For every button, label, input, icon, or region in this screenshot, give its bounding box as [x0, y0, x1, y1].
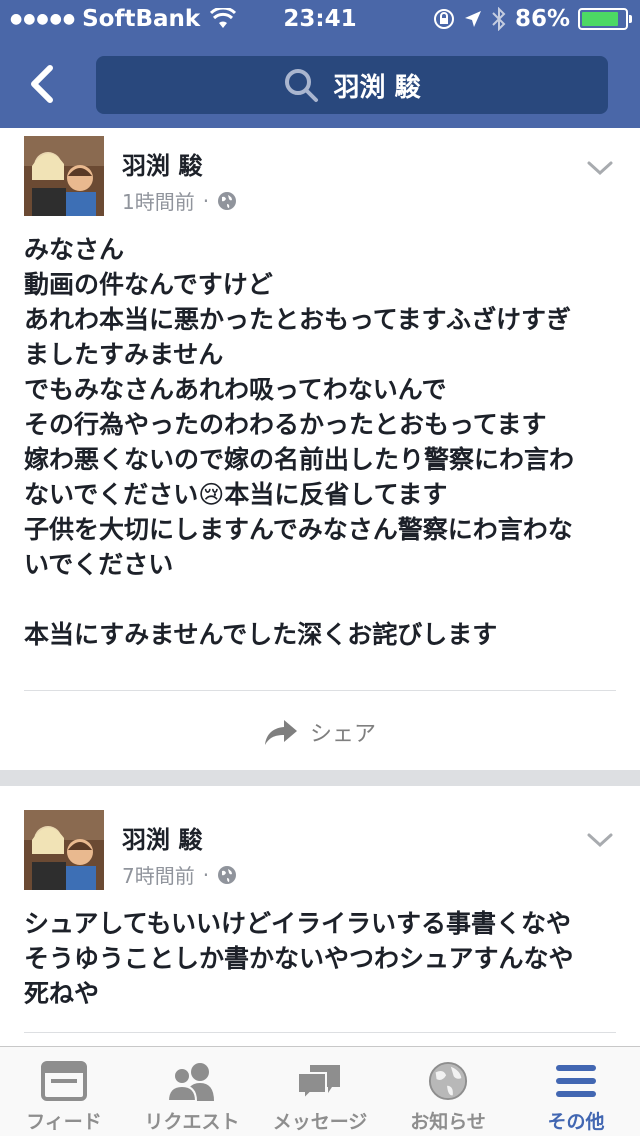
battery-percent: 86%: [514, 6, 570, 32]
chevron-down-icon[interactable]: [585, 830, 615, 850]
post-line: ないでください😢本当に反省してます: [24, 480, 448, 509]
rotation-lock-icon: [433, 9, 454, 29]
globe-icon: [428, 1061, 468, 1101]
profile-photo: [24, 810, 104, 890]
post-line: いでください: [24, 550, 174, 579]
post-line: みなさん: [24, 235, 125, 264]
back-button[interactable]: [22, 62, 66, 106]
post-2: 羽渕 駿 7時間前 · シュアしてもいいけどイライラいする事書くなや そうゆうこ…: [0, 786, 640, 1046]
tab-label: リクエスト: [144, 1111, 240, 1133]
location-icon: [464, 11, 481, 27]
tab-label: フィード: [26, 1111, 102, 1133]
search-bar[interactable]: 羽渕 駿: [96, 56, 608, 114]
tab-label: その他: [547, 1111, 605, 1133]
friend-requests-icon: [166, 1063, 214, 1101]
battery-level: [582, 12, 619, 26]
post-divider: [24, 1032, 616, 1033]
feed-icon: [41, 1061, 87, 1101]
post-line: 嫁わ悪くないので嫁の名前出したり警察にわ言わ: [24, 445, 575, 474]
post-divider: [24, 690, 616, 691]
tab-messages[interactable]: メッセージ: [256, 1047, 384, 1136]
tab-label: メッセージ: [272, 1111, 368, 1133]
battery-icon: [578, 8, 632, 30]
post-line: [24, 582, 624, 617]
post-line: 動画の件なんですけど: [24, 270, 273, 299]
tab-bar: フィード リクエスト メッセージ お知らせ その他: [0, 1046, 640, 1136]
post-line: そうゆうことしか書かないやつわシュアすんなや: [24, 944, 574, 973]
tab-requests[interactable]: リクエスト: [128, 1047, 256, 1136]
avatar[interactable]: [24, 810, 104, 890]
status-bar: ●●●●● SoftBank 23:41 86%: [0, 0, 640, 40]
post-line: その行為やったのわわるかったとおもってます: [24, 410, 547, 439]
search-query: 羽渕 駿: [333, 72, 421, 103]
share-arrow-icon: [264, 720, 297, 745]
post-line: 子供を大切にしますんでみなさん警察にわ言わな: [24, 515, 573, 544]
post-line: でもみなさんあれわ吸ってわないんで: [24, 375, 447, 404]
tab-notifications[interactable]: お知らせ: [384, 1047, 512, 1136]
post-line: あれわ本当に悪かったとおもってますふざけすぎ: [24, 305, 572, 334]
post-author[interactable]: 羽渕 駿: [122, 820, 202, 855]
post-line: 死ねや: [24, 979, 100, 1008]
meta-separator: ·: [202, 188, 210, 213]
avatar[interactable]: [24, 136, 104, 216]
share-button[interactable]: シェア: [0, 712, 640, 752]
post-author[interactable]: 羽渕 駿: [122, 146, 202, 181]
tab-label: お知らせ: [410, 1111, 486, 1133]
post-time[interactable]: 1時間前: [122, 186, 195, 215]
post-body: みなさん 動画の件なんですけど あれわ本当に悪かったとおもってますふざけすぎ ま…: [24, 232, 624, 652]
meta-separator: ·: [202, 862, 210, 887]
status-right: 86%: [433, 6, 632, 32]
app-header: ●●●●● SoftBank 23:41 86% 羽渕 駿: [0, 0, 640, 128]
post-1: 羽渕 駿 1時間前 · みなさん 動画の件なんですけど あれわ本当に悪かったとお…: [0, 128, 640, 770]
public-globe-icon: [218, 191, 237, 210]
bluetooth-icon: [492, 7, 506, 31]
feed-separator: [0, 770, 640, 786]
search-icon: [285, 69, 319, 102]
tab-more[interactable]: その他: [512, 1047, 640, 1136]
post-meta: 7時間前 ·: [122, 860, 237, 889]
share-label: シェア: [309, 722, 376, 747]
post-meta: 1時間前 ·: [122, 186, 237, 215]
messages-icon: [297, 1065, 340, 1101]
post-line: 本当にすみませんでした深くお詫びします: [24, 620, 498, 649]
profile-photo: [24, 136, 104, 216]
tab-feed[interactable]: フィード: [0, 1047, 128, 1136]
post-line: シュアしてもいいけどイライラいする事書くなや: [24, 909, 572, 938]
chevron-down-icon[interactable]: [585, 158, 615, 178]
post-time[interactable]: 7時間前: [122, 860, 195, 889]
post-line: ましたすみません: [24, 340, 224, 369]
public-globe-icon: [218, 865, 237, 884]
post-body: シュアしてもいいけどイライラいする事書くなや そうゆうことしか書かないやつわシュ…: [24, 906, 624, 1011]
menu-icon: [556, 1065, 596, 1097]
